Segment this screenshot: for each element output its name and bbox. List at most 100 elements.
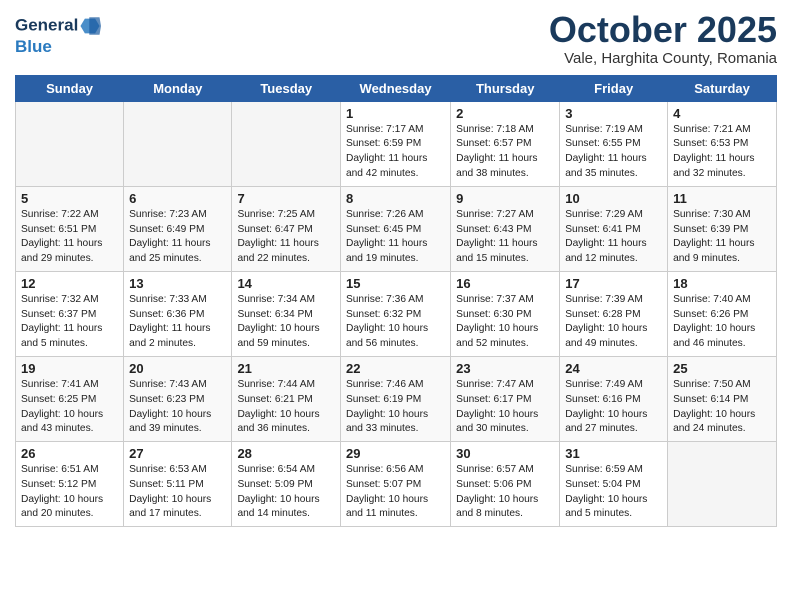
calendar-table: Sunday Monday Tuesday Wednesday Thursday… (15, 75, 777, 528)
day-cell (16, 101, 124, 186)
header-tuesday: Tuesday (232, 75, 341, 101)
day-cell: 4Sunrise: 7:21 AMSunset: 6:53 PMDaylight… (668, 101, 777, 186)
day-number: 26 (21, 446, 118, 461)
day-info: Sunrise: 7:29 AMSunset: 6:41 PMDaylight:… (565, 208, 662, 267)
day-cell: 21Sunrise: 7:44 AMSunset: 6:21 PMDayligh… (232, 356, 341, 441)
day-cell: 24Sunrise: 7:49 AMSunset: 6:16 PMDayligh… (560, 356, 668, 441)
day-number: 2 (456, 106, 554, 121)
day-info: Sunrise: 7:27 AMSunset: 6:43 PMDaylight:… (456, 208, 554, 267)
day-number: 28 (237, 446, 335, 461)
day-info: Sunrise: 6:56 AMSunset: 5:07 PMDaylight:… (346, 463, 445, 522)
day-cell: 12 Sunrise: 7:32 AMSunset: 6:37 PMDayligh… (16, 271, 124, 356)
day-info: Sunrise: 7:40 AMSunset: 6:26 PMDaylight:… (673, 293, 771, 352)
page-header: General Blue October 2025 Vale, Harghita… (15, 10, 777, 67)
day-info: Sunrise: 7:18 AMSunset: 6:57 PMDaylight:… (456, 123, 554, 182)
day-number: 29 (346, 446, 445, 461)
day-number: 14 (237, 276, 335, 291)
day-cell: 28Sunrise: 6:54 AMSunset: 5:09 PMDayligh… (232, 442, 341, 527)
month-title: October 2025 (549, 10, 777, 50)
day-cell: 5 Sunrise: 7:22 AMSunset: 6:51 PMDaylight… (16, 186, 124, 271)
day-cell: 14 Sunrise: 7:34 AMSunset: 6:34 PMDayligh… (232, 271, 341, 356)
header-wednesday: Wednesday (340, 75, 450, 101)
header-saturday: Saturday (668, 75, 777, 101)
day-cell: 9 Sunrise: 7:27 AMSunset: 6:43 PMDaylight… (451, 186, 560, 271)
day-number: 1 (346, 106, 445, 121)
day-number: 12 (21, 276, 118, 291)
day-number: 31 (565, 446, 662, 461)
day-cell: 25Sunrise: 7:50 AMSunset: 6:14 PMDayligh… (668, 356, 777, 441)
day-info: Sunrise: 7:34 AMSunset: 6:34 PMDaylight:… (237, 293, 335, 352)
day-cell: 26 Sunrise: 6:51 AMSunset: 5:12 PMDayligh… (16, 442, 124, 527)
day-number: 19 (21, 361, 118, 376)
day-number: 4 (673, 106, 771, 121)
day-number: 22 (346, 361, 445, 376)
logo-icon (79, 15, 101, 37)
day-cell: 23 Sunrise: 7:47 AMSunset: 6:17 PMDayligh… (451, 356, 560, 441)
day-cell: 3 Sunrise: 7:19 AMSunset: 6:55 PMDaylight… (560, 101, 668, 186)
day-number: 5 (21, 191, 118, 206)
day-info: Sunrise: 7:41 AMSunset: 6:25 PMDaylight:… (21, 378, 118, 437)
day-cell: 16Sunrise: 7:37 AMSunset: 6:30 PMDayligh… (451, 271, 560, 356)
title-block: October 2025 Vale, Harghita County, Roma… (549, 10, 777, 67)
day-cell: 6Sunrise: 7:23 AMSunset: 6:49 PMDaylight… (124, 186, 232, 271)
day-cell: 7 Sunrise: 7:25 AMSunset: 6:47 PMDaylight… (232, 186, 341, 271)
logo-text: General (15, 15, 101, 37)
day-number: 18 (673, 276, 771, 291)
day-cell: 2 Sunrise: 7:18 AMSunset: 6:57 PMDaylight… (451, 101, 560, 186)
day-info: Sunrise: 7:19 AMSunset: 6:55 PMDaylight:… (565, 123, 662, 182)
day-cell: 17 Sunrise: 7:39 AMSunset: 6:28 PMDayligh… (560, 271, 668, 356)
day-number: 20 (129, 361, 226, 376)
day-number: 11 (673, 191, 771, 206)
day-cell: 1Sunrise: 7:17 AMSunset: 6:59 PMDaylight… (340, 101, 450, 186)
logo-blue: Blue (15, 37, 101, 57)
day-number: 23 (456, 361, 554, 376)
day-info: Sunrise: 7:46 AMSunset: 6:19 PMDaylight:… (346, 378, 445, 437)
day-info: Sunrise: 6:57 AMSunset: 5:06 PMDaylight:… (456, 463, 554, 522)
day-cell: 29 Sunrise: 6:56 AMSunset: 5:07 PMDayligh… (340, 442, 450, 527)
day-number: 15 (346, 276, 445, 291)
day-cell: 11Sunrise: 7:30 AMSunset: 6:39 PMDayligh… (668, 186, 777, 271)
day-info: Sunrise: 7:49 AMSunset: 6:16 PMDaylight:… (565, 378, 662, 437)
day-info: Sunrise: 7:33 AMSunset: 6:36 PMDaylight:… (129, 293, 226, 352)
day-cell: 30 Sunrise: 6:57 AMSunset: 5:06 PMDayligh… (451, 442, 560, 527)
day-number: 9 (456, 191, 554, 206)
week-row-2: 5 Sunrise: 7:22 AMSunset: 6:51 PMDaylight… (16, 186, 777, 271)
day-info: Sunrise: 7:47 AMSunset: 6:17 PMDaylight:… (456, 378, 554, 437)
week-row-3: 12 Sunrise: 7:32 AMSunset: 6:37 PMDayligh… (16, 271, 777, 356)
day-number: 10 (565, 191, 662, 206)
day-number: 16 (456, 276, 554, 291)
header-friday: Friday (560, 75, 668, 101)
day-cell: 27 Sunrise: 6:53 AMSunset: 5:11 PMDayligh… (124, 442, 232, 527)
day-cell: 10 Sunrise: 7:29 AMSunset: 6:41 PMDayligh… (560, 186, 668, 271)
day-info: Sunrise: 7:26 AMSunset: 6:45 PMDaylight:… (346, 208, 445, 267)
day-number: 8 (346, 191, 445, 206)
day-info: Sunrise: 7:25 AMSunset: 6:47 PMDaylight:… (237, 208, 335, 267)
day-number: 17 (565, 276, 662, 291)
day-info: Sunrise: 6:51 AMSunset: 5:12 PMDaylight:… (21, 463, 118, 522)
day-info: Sunrise: 6:53 AMSunset: 5:11 PMDaylight:… (129, 463, 226, 522)
day-number: 6 (129, 191, 226, 206)
day-number: 30 (456, 446, 554, 461)
day-cell: 19 Sunrise: 7:41 AMSunset: 6:25 PMDayligh… (16, 356, 124, 441)
day-number: 7 (237, 191, 335, 206)
day-number: 3 (565, 106, 662, 121)
day-cell (668, 442, 777, 527)
day-cell: 8 Sunrise: 7:26 AMSunset: 6:45 PMDaylight… (340, 186, 450, 271)
day-number: 27 (129, 446, 226, 461)
day-info: Sunrise: 7:32 AMSunset: 6:37 PMDaylight:… (21, 293, 118, 352)
week-row-5: 26 Sunrise: 6:51 AMSunset: 5:12 PMDayligh… (16, 442, 777, 527)
logo: General Blue (15, 15, 101, 57)
day-cell: 22 Sunrise: 7:46 AMSunset: 6:19 PMDayligh… (340, 356, 450, 441)
day-cell: 18 Sunrise: 7:40 AMSunset: 6:26 PMDayligh… (668, 271, 777, 356)
day-cell: 13 Sunrise: 7:33 AMSunset: 6:36 PMDayligh… (124, 271, 232, 356)
day-number: 13 (129, 276, 226, 291)
day-cell: 31Sunrise: 6:59 AMSunset: 5:04 PMDayligh… (560, 442, 668, 527)
day-info: Sunrise: 7:22 AMSunset: 6:51 PMDaylight:… (21, 208, 118, 267)
day-info: Sunrise: 7:44 AMSunset: 6:21 PMDaylight:… (237, 378, 335, 437)
week-row-4: 19 Sunrise: 7:41 AMSunset: 6:25 PMDayligh… (16, 356, 777, 441)
header-sunday: Sunday (16, 75, 124, 101)
calendar-header-row: Sunday Monday Tuesday Wednesday Thursday… (16, 75, 777, 101)
day-info: Sunrise: 7:39 AMSunset: 6:28 PMDaylight:… (565, 293, 662, 352)
day-number: 25 (673, 361, 771, 376)
header-monday: Monday (124, 75, 232, 101)
